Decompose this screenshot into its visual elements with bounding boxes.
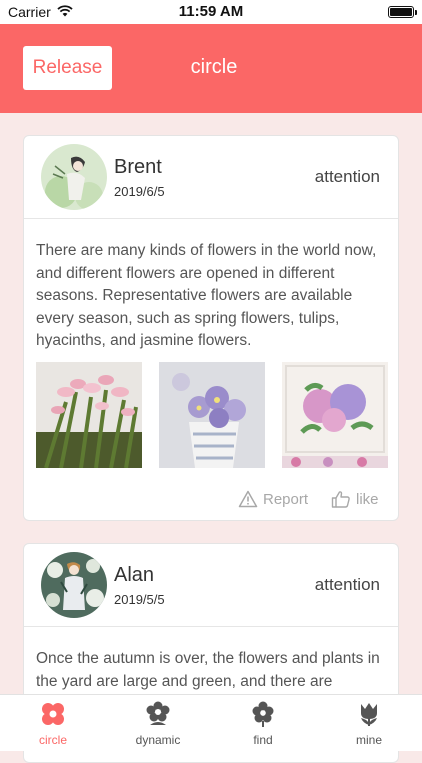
app-header: Release circle: [0, 24, 422, 113]
avatar[interactable]: [41, 552, 107, 618]
post-text: Once the autumn is over, the flowers and…: [36, 650, 380, 690]
thumbs-up-icon: [331, 491, 350, 508]
post-actions: Report like: [24, 490, 398, 512]
bloom-icon: [249, 701, 277, 727]
tab-bar: circle dynamic find mine: [0, 694, 422, 751]
post-photo[interactable]: [282, 362, 388, 468]
attention-button[interactable]: attention: [315, 575, 380, 595]
gear-flower-icon: [144, 701, 172, 727]
like-button[interactable]: like: [331, 490, 379, 508]
tab-circle[interactable]: circle: [0, 695, 106, 751]
post-date: 2019/6/5: [114, 184, 165, 199]
post-header: Alan 2019/5/5 attention: [24, 544, 398, 627]
post-date: 2019/5/5: [114, 592, 165, 607]
tab-label: circle: [38, 733, 67, 747]
warning-icon: [238, 490, 258, 508]
tab-mine[interactable]: mine: [316, 695, 422, 751]
post-text: There are many kinds of flowers in the w…: [36, 242, 377, 349]
user-name[interactable]: Alan: [114, 564, 154, 587]
post-card: Brent 2019/6/5 attention There are many …: [23, 135, 399, 521]
like-label: like: [356, 490, 379, 508]
tab-dynamic[interactable]: dynamic: [105, 695, 211, 751]
post-header: Brent 2019/6/5 attention: [24, 136, 398, 219]
attention-button[interactable]: attention: [315, 167, 380, 187]
post-photo[interactable]: [36, 362, 142, 468]
post-photo[interactable]: [159, 362, 265, 468]
tab-label: mine: [355, 733, 382, 747]
report-button[interactable]: Report: [238, 490, 308, 508]
tab-label: find: [253, 733, 273, 747]
tab-find[interactable]: find: [210, 695, 316, 751]
report-label: Report: [263, 490, 309, 508]
user-name[interactable]: Brent: [114, 156, 162, 179]
tulip-icon: [355, 701, 383, 727]
flower-icon: [39, 701, 67, 727]
tab-label: dynamic: [135, 733, 181, 747]
clock: 11:59 AM: [178, 3, 244, 20]
battery-icon: [388, 6, 417, 18]
status-bar: Carrier 11:59 AM: [0, 0, 422, 24]
page-title: circle: [190, 56, 238, 78]
avatar[interactable]: [41, 144, 107, 210]
